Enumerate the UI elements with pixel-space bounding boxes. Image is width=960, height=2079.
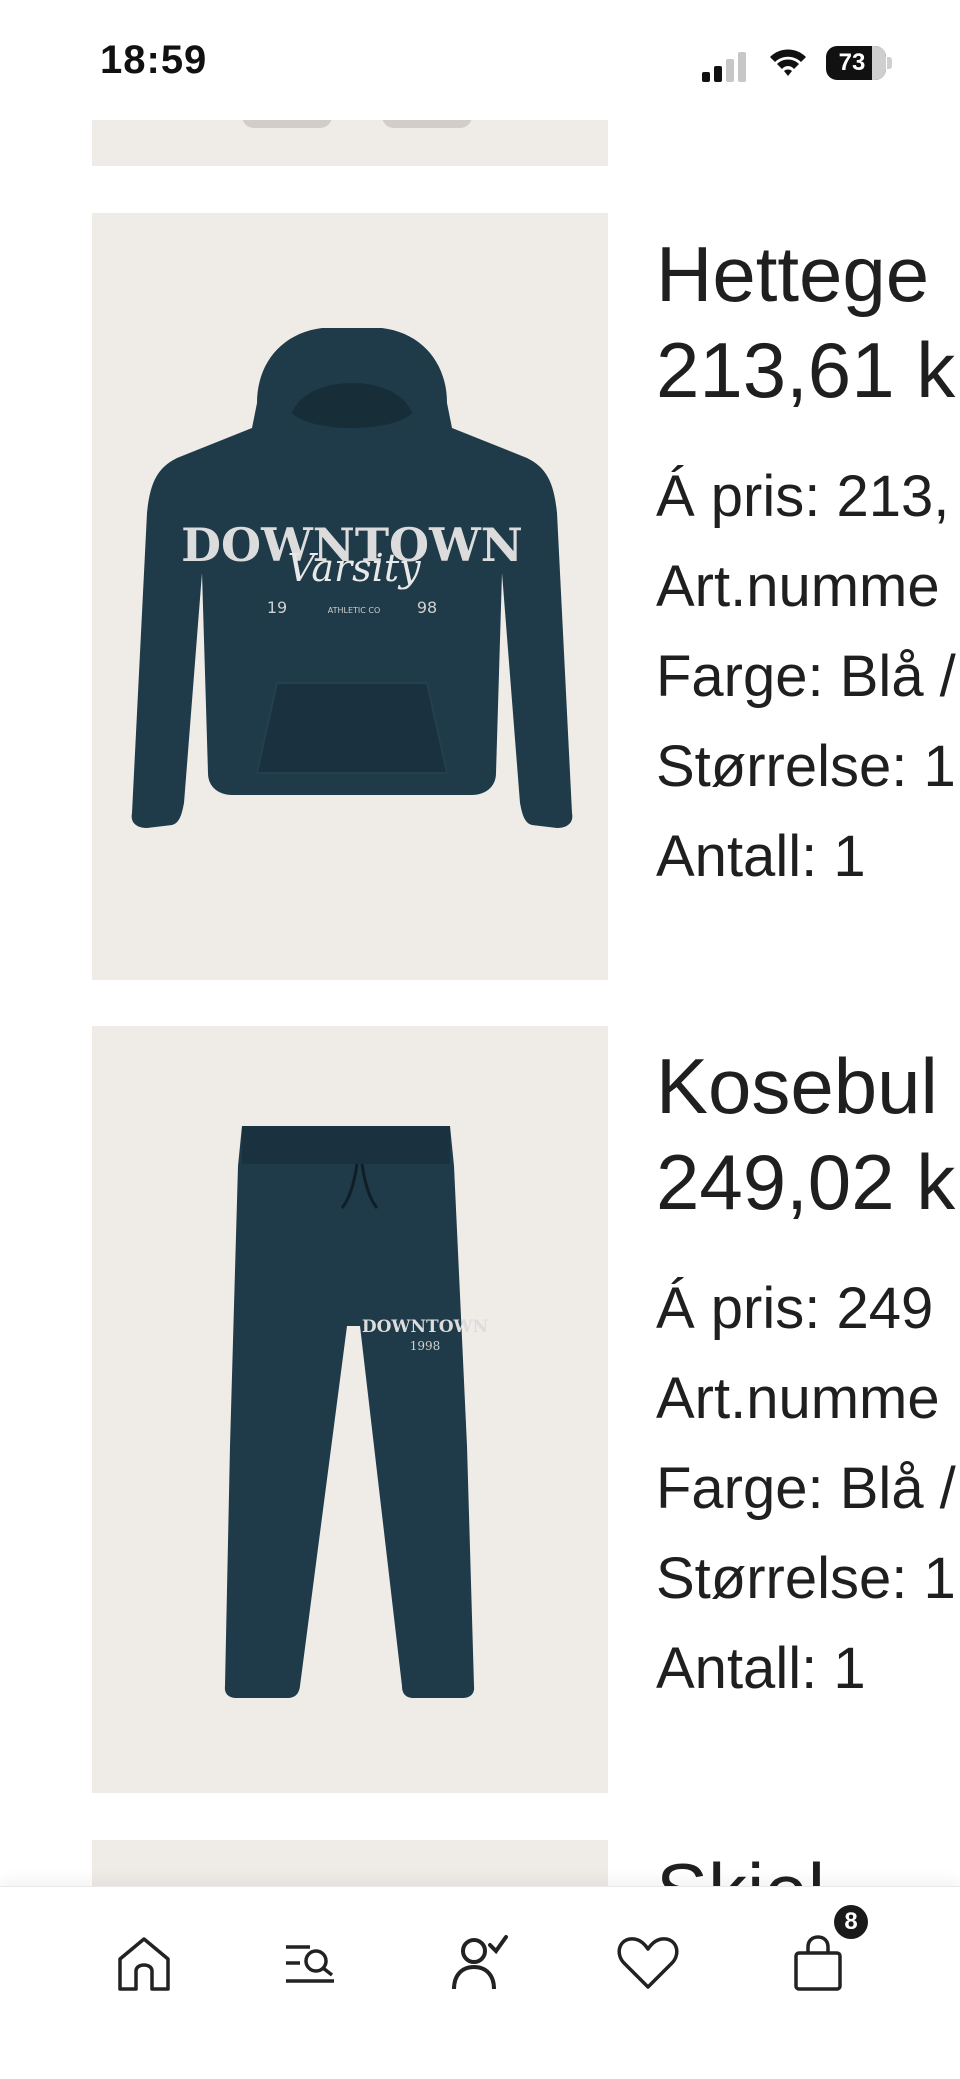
svg-text:Varsity: Varsity (287, 546, 421, 590)
product-info-joggers: Kosebul 249,02 k Á pris: 249 Art.numme F… (656, 1038, 960, 1714)
signal-icon (700, 48, 750, 82)
product-color: Farge: Blå / (656, 1456, 956, 1521)
unit-price: Á pris: 213, (656, 464, 950, 529)
product-name[interactable]: Kosebul (656, 1038, 960, 1134)
wifi-icon (768, 46, 808, 85)
heart-icon[interactable] (608, 1923, 688, 2003)
previous-product-image[interactable] (92, 116, 608, 166)
cart-count-badge: 8 (834, 1905, 868, 1939)
joggers-illustration: DOWNTOWN 1998 (224, 1126, 488, 1698)
battery-level: 73 (838, 49, 866, 76)
product-info-hoodie: Hettege 213,61 kr Á pris: 213, Art.numme… (656, 226, 960, 902)
hoodie-illustration: DOWNTOWN Varsity 19 98 ATHLETIC CO (131, 328, 573, 828)
account-icon[interactable] (440, 1923, 520, 2003)
svg-text:DOWNTOWN: DOWNTOWN (362, 1317, 488, 1337)
product-image-joggers[interactable]: DOWNTOWN 1998 (92, 1026, 608, 1793)
product-name[interactable]: Hettege (656, 226, 960, 322)
product-color: Farge: Blå / (656, 644, 956, 709)
battery-icon: 73 (826, 46, 894, 80)
svg-text:ATHLETIC CO: ATHLETIC CO (328, 606, 381, 615)
article-number: Art.numme (656, 554, 940, 619)
product-image-hoodie[interactable]: DOWNTOWN Varsity 19 98 ATHLETIC CO (92, 213, 608, 980)
svg-text:98: 98 (417, 598, 437, 617)
product-price: 249,02 k (656, 1138, 956, 1226)
product-list: DOWNTOWN Varsity 19 98 ATHLETIC CO Hette… (0, 0, 960, 2078)
home-icon[interactable] (104, 1923, 184, 2003)
svg-text:19: 19 (267, 598, 287, 617)
product-size: Størrelse: 1 (656, 1546, 956, 1611)
product-quantity: Antall: 1 (656, 824, 866, 889)
product-size: Størrelse: 1 (656, 734, 956, 799)
bottom-navigation: 8 (0, 1886, 960, 2079)
product-price: 213,61 kr (656, 326, 960, 414)
svg-text:1998: 1998 (410, 1339, 441, 1353)
unit-price: Á pris: 249 (656, 1276, 934, 1341)
status-bar: 18:59 73 (0, 0, 960, 120)
article-number: Art.numme (656, 1366, 940, 1431)
product-quantity: Antall: 1 (656, 1636, 866, 1701)
search-icon[interactable] (270, 1923, 350, 2003)
status-time: 18:59 (100, 38, 208, 82)
